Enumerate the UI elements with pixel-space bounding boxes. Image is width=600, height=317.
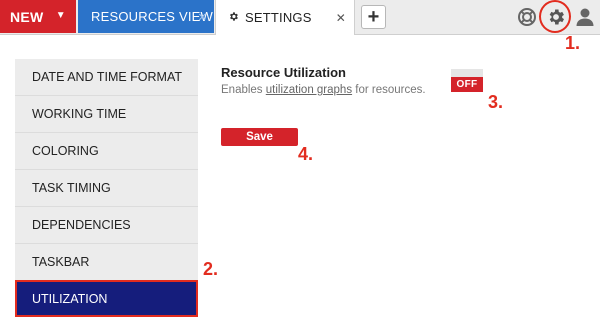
plus-icon: +	[367, 6, 380, 28]
callout-1: 1.	[565, 33, 581, 53]
sidebar-item-task-timing[interactable]: Task Timing	[15, 170, 198, 207]
sidebar-item-label: Coloring	[32, 144, 99, 158]
sidebar-item-date-time-format[interactable]: Date and Time Format	[15, 59, 198, 96]
sidebar-item-label: Taskbar	[32, 255, 90, 269]
utilization-toggle[interactable]: OFF	[451, 69, 483, 93]
top-tab-bar: NEW ▼ Resources View ✕ Settings ✕ +	[0, 0, 600, 35]
settings-sidebar: Date and Time Format Working Time Colori…	[15, 59, 198, 317]
new-button[interactable]: NEW ▼	[0, 0, 76, 33]
callout-2: 2.	[203, 259, 219, 279]
add-tab-button[interactable]: +	[361, 5, 386, 29]
tab-settings[interactable]: Settings ✕	[215, 0, 355, 35]
setting-description-text: for resources.	[352, 84, 426, 96]
save-button-label: Save	[246, 131, 273, 143]
sidebar-item-label: Working Time	[32, 107, 127, 121]
sidebar-item-working-time[interactable]: Working Time	[15, 96, 198, 133]
setting-description-text: Enables	[221, 84, 266, 96]
sidebar-item-coloring[interactable]: Coloring	[15, 133, 198, 170]
setting-description: Enables utilization graphs for resources…	[221, 84, 426, 96]
dropdown-caret-icon[interactable]: ▼	[56, 10, 66, 21]
sidebar-item-label: Utilization	[32, 291, 108, 306]
sidebar-item-label: Task Timing	[32, 181, 111, 195]
tab-resources-view-label: Resources View	[91, 9, 213, 24]
callout-4: 4.	[298, 144, 314, 164]
new-button-label: NEW	[10, 8, 44, 25]
sidebar-item-label: Dependencies	[32, 218, 131, 232]
settings-highlight-ring	[539, 0, 571, 33]
lifebuoy-icon	[518, 8, 536, 26]
utilization-graphs-link[interactable]: utilization graphs	[266, 84, 352, 96]
toggle-track	[451, 69, 483, 77]
user-icon	[576, 8, 594, 26]
sidebar-item-taskbar[interactable]: Taskbar	[15, 244, 198, 281]
gear-icon	[228, 11, 239, 25]
setting-title: Resource Utilization	[221, 65, 346, 80]
sidebar-item-dependencies[interactable]: Dependencies	[15, 207, 198, 244]
sidebar-item-label: Date and Time Format	[32, 70, 183, 84]
tab-resources-view[interactable]: Resources View ✕	[78, 0, 214, 33]
callout-3: 3.	[488, 92, 504, 112]
toggle-state-label: OFF	[451, 77, 483, 92]
tab-settings-label: Settings	[245, 10, 312, 25]
close-icon[interactable]: ✕	[336, 11, 346, 25]
save-button[interactable]: Save	[221, 128, 298, 146]
user-button[interactable]	[574, 6, 596, 28]
sidebar-item-utilization[interactable]: Utilization	[15, 280, 198, 317]
help-button[interactable]	[516, 6, 538, 28]
close-icon[interactable]: ✕	[198, 11, 207, 24]
